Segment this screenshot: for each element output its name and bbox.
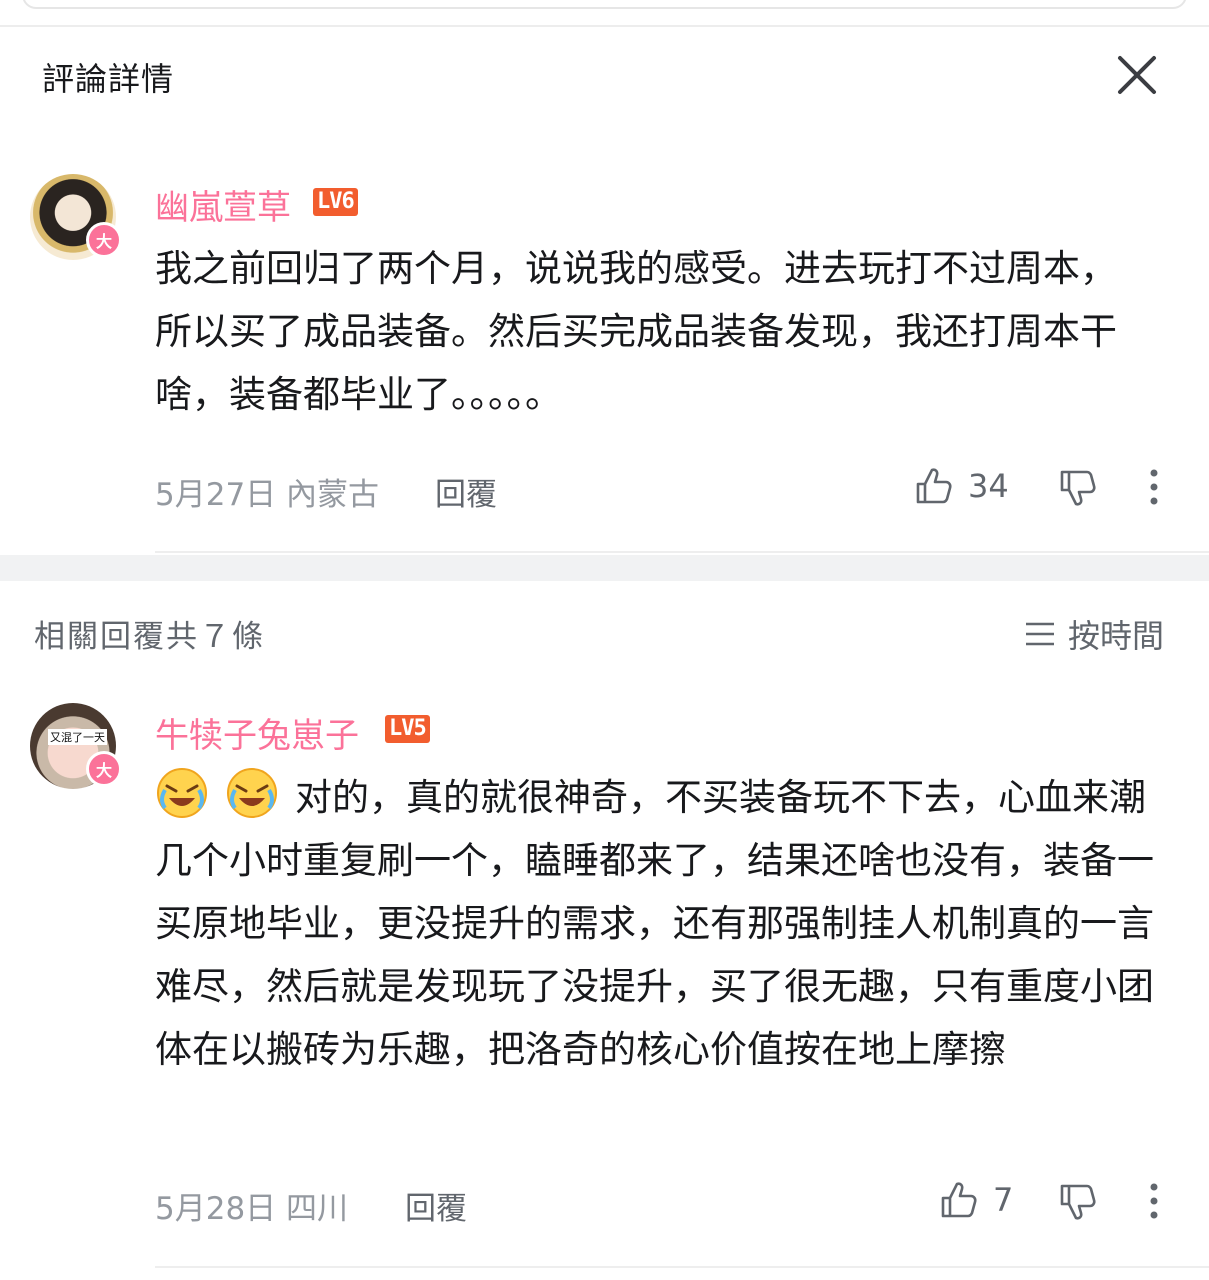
thumbs-up-icon <box>941 1182 977 1218</box>
username[interactable]: 幽嵐萱草 <box>155 180 291 229</box>
crying-laugh-emoji <box>225 766 279 820</box>
like-count: 7 <box>993 1181 1014 1219</box>
vip-badge: 大 <box>86 222 122 258</box>
top-divider <box>0 25 1209 27</box>
replies-count-title: 相關回覆共７條 <box>34 619 265 655</box>
section-separator <box>0 555 1209 581</box>
reply-divider <box>155 1266 1209 1268</box>
avatar[interactable]: 大 <box>30 174 122 260</box>
sort-label: 按時間 <box>1068 617 1165 655</box>
level-badge: LV6 <box>313 188 358 216</box>
reply-text: 对的，真的就很神奇，不买装备玩不下去，心血来潮几个小时重复刷一个，瞌睡都来了，结… <box>155 776 1154 1071</box>
like-button[interactable]: 7 <box>937 1178 1013 1222</box>
comment-divider <box>155 551 1209 553</box>
thumbs-up-icon <box>916 468 952 504</box>
dislike-button[interactable] <box>1056 1180 1100 1224</box>
thumbs-down-icon <box>1060 1184 1096 1220</box>
close-icon <box>1118 56 1156 94</box>
reply-date-location: 5月28日 四川 <box>155 1191 349 1227</box>
dislike-button[interactable] <box>1056 466 1100 510</box>
like-count: 34 <box>968 467 1009 505</box>
reply-avatar[interactable]: 又混了一天 大 <box>30 703 122 789</box>
more-vertical-icon <box>1150 1183 1158 1219</box>
reply-username[interactable]: 牛犊子兔崽子 <box>155 708 359 757</box>
thumbs-down-icon <box>1060 470 1096 506</box>
reply-button[interactable]: 回覆 <box>405 1183 467 1228</box>
crying-laugh-emoji <box>155 766 209 820</box>
more-options-button[interactable] <box>1147 467 1161 507</box>
reply-text-block: 对的，真的就很神奇，不买装备玩不下去，心血来潮几个小时重复刷一个，瞌睡都来了，结… <box>155 766 1155 1081</box>
sort-lines-icon <box>1026 622 1054 646</box>
level-badge: LV5 <box>385 715 430 743</box>
comment-date-location: 5月27日 內蒙古 <box>155 477 380 513</box>
previous-card-edge <box>22 0 1187 9</box>
page-title: 評論詳情 <box>42 60 175 98</box>
comment-text: 我之前回归了两个月，说说我的感受。进去玩打不过周本，所以买了成品装备。然后买完成… <box>155 247 1117 416</box>
more-vertical-icon <box>1150 469 1158 505</box>
close-button[interactable] <box>1112 50 1162 100</box>
avatar-caption: 又混了一天 <box>48 729 107 745</box>
reply-button[interactable]: 回覆 <box>435 469 497 514</box>
vip-badge: 大 <box>86 751 122 787</box>
like-button[interactable]: 34 <box>912 464 1009 508</box>
more-options-button[interactable] <box>1147 1181 1161 1221</box>
sort-button[interactable]: 按時間 <box>1024 611 1164 657</box>
